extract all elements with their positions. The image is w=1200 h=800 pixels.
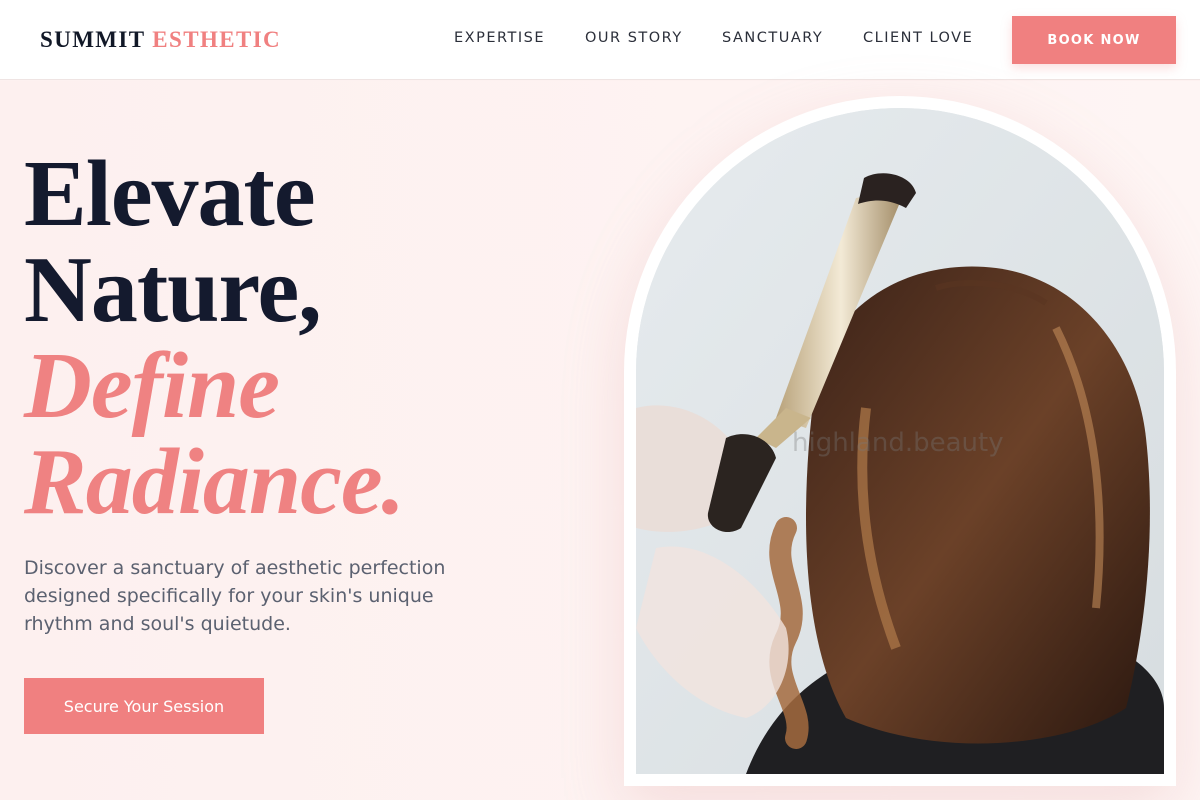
nav-link-client-love[interactable]: CLIENT LOVE	[863, 30, 973, 46]
headline-line-4: Radiance.	[24, 430, 405, 534]
headline-line-3: Define	[24, 334, 280, 438]
nav-link-expertise[interactable]: EXPERTISE	[454, 30, 545, 46]
nav-link-sanctuary[interactable]: SANCTUARY	[722, 30, 823, 46]
site-header: SUMMIT ESTHETIC EXPERTISE OUR STORY SANC…	[0, 0, 1200, 80]
logo-text-primary: SUMMIT	[40, 27, 146, 52]
book-now-button[interactable]: BOOK NOW	[1012, 16, 1176, 64]
headline-line-2: Nature,	[24, 238, 322, 342]
brand-logo[interactable]: SUMMIT ESTHETIC	[40, 27, 281, 53]
hero-subtitle: Discover a sanctuary of aesthetic perfec…	[24, 557, 446, 635]
logo-text-accent: ESTHETIC	[152, 27, 282, 52]
headline-line-1: Elevate	[24, 142, 316, 246]
hero-headline: Elevate Nature, Define Radiance.	[24, 142, 405, 534]
image-watermark: highland.beauty	[792, 428, 1004, 458]
nav-link-our-story[interactable]: OUR STORY	[585, 30, 683, 46]
secure-session-button[interactable]: Secure Your Session	[24, 678, 264, 734]
